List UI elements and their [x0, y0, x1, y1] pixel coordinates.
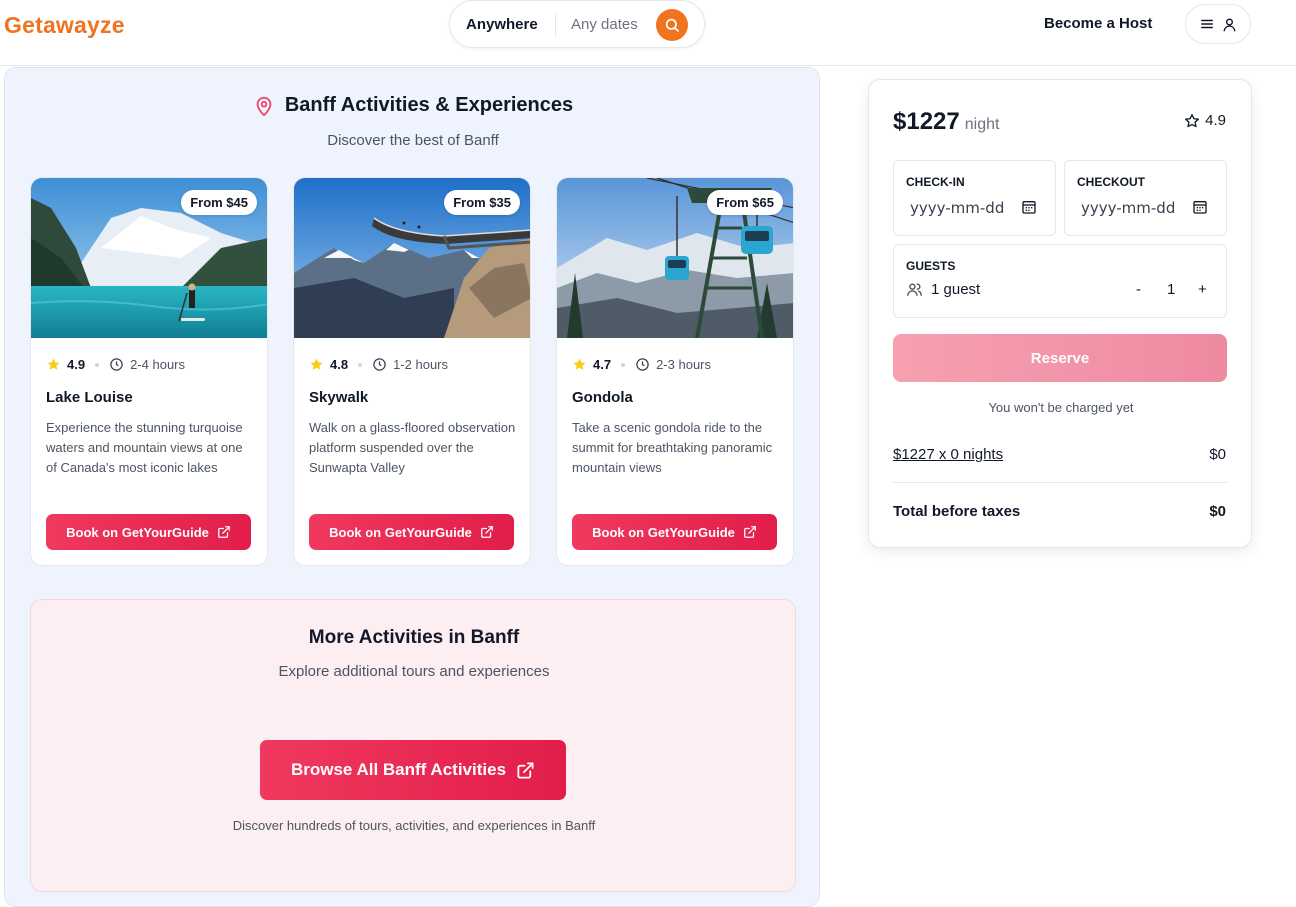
price-badge: From $45: [181, 190, 257, 215]
map-pin-icon: [256, 96, 272, 116]
checkout-field[interactable]: CHECKOUT yyyy-mm-dd: [1064, 160, 1227, 236]
nightly-price: $1227 night: [893, 108, 999, 136]
top-header: Getawayze Anywhere Any dates Become a Ho…: [0, 0, 1296, 66]
activity-rating: 4.9: [67, 357, 86, 372]
search-button[interactable]: [656, 9, 688, 41]
star-icon: [1185, 113, 1200, 127]
price-breakdown-value: $0: [1209, 446, 1226, 463]
listing-rating: 4.9: [1184, 112, 1226, 129]
become-host-link[interactable]: Become a Host: [1044, 15, 1152, 32]
book-button-label: Book on GetYourGuide: [592, 524, 735, 540]
user-icon: [1223, 18, 1235, 31]
booking-card: $1227 night 4.9 CHECK-IN yyyy-mm-dd CHEC…: [868, 79, 1252, 548]
guests-label: GUESTS: [906, 259, 956, 273]
activity-image-gondola[interactable]: From $65: [557, 178, 793, 338]
checkin-field[interactable]: CHECK-IN yyyy-mm-dd: [893, 160, 1056, 236]
external-link-icon: [480, 526, 493, 538]
guests-text: 1 guest: [931, 281, 981, 298]
browse-all-activities-button[interactable]: Browse All Banff Activities: [260, 740, 566, 800]
activity-card-skywalk: From $35 4.8 1-2 hours Skywalk Walk on a…: [293, 177, 531, 566]
activity-card-lake-louise: From $45 4.9 2-4 hours Lake Louise Exper…: [30, 177, 268, 566]
activity-title: Skywalk: [309, 389, 369, 406]
activity-description: Walk on a glass-floored observation plat…: [309, 420, 516, 475]
star-icon: [573, 358, 586, 370]
browse-button-label: Browse All Banff Activities: [290, 760, 507, 779]
activity-card-gondola: From $65 4.7 2-3 hours Gondola Take a sc…: [556, 177, 794, 566]
meta-separator: [95, 362, 100, 367]
more-activities-subtitle: Explore additional tours and experiences: [278, 663, 550, 680]
meta-separator: [621, 362, 626, 367]
user-menu-button[interactable]: [1185, 4, 1251, 44]
activity-duration: 2-3 hours: [656, 357, 711, 372]
activity-title: Gondola: [572, 389, 633, 406]
price-unit: night: [964, 116, 1000, 133]
activity-description: Experience the stunning turquoise waters…: [46, 420, 243, 475]
booking-divider: [893, 482, 1227, 483]
more-activities-note: Discover hundreds of tours, activities, …: [232, 818, 596, 833]
users-icon: [907, 283, 922, 296]
activity-image-lake-louise[interactable]: From $45: [31, 178, 267, 338]
total-label: Total before taxes: [893, 503, 1021, 520]
activity-rating: 4.7: [593, 357, 612, 372]
book-button-label: Book on GetYourGuide: [66, 524, 209, 540]
calendar-icon[interactable]: [1021, 199, 1037, 215]
activity-meta: 4.9 2-4 hours: [46, 357, 185, 372]
price-badge: From $65: [707, 190, 783, 215]
activity-description: Take a scenic gondola ride to the summit…: [572, 420, 773, 475]
book-getyourguide-button[interactable]: Book on GetYourGuide: [309, 514, 514, 550]
star-icon: [47, 358, 60, 370]
total-value: $0: [1209, 503, 1226, 520]
book-button-label: Book on GetYourGuide: [329, 524, 472, 540]
activity-image-skywalk[interactable]: From $35: [294, 178, 530, 338]
activity-title: Lake Louise: [46, 389, 133, 406]
reserve-button[interactable]: Reserve: [893, 334, 1227, 382]
brand-logo[interactable]: Getawayze: [4, 12, 125, 39]
search-bar[interactable]: Anywhere Any dates: [449, 0, 705, 48]
checkin-label: CHECK-IN: [906, 175, 965, 189]
guests-field: GUESTS 1 guest - 1 +: [893, 244, 1227, 318]
external-link-icon: [517, 762, 534, 778]
more-activities-section: More Activities in Banff Explore additio…: [30, 599, 796, 892]
external-link-icon: [743, 526, 756, 538]
section-title: Banff Activities & Experiences: [284, 94, 574, 116]
clock-icon: [110, 358, 123, 371]
star-icon: [310, 358, 323, 370]
activity-rating: 4.8: [330, 357, 349, 372]
search-location[interactable]: Anywhere: [466, 16, 538, 33]
guest-decrement-button[interactable]: -: [1136, 281, 1141, 298]
search-icon: [665, 18, 679, 32]
book-getyourguide-button[interactable]: Book on GetYourGuide: [46, 514, 251, 550]
checkout-label: CHECKOUT: [1077, 175, 1145, 189]
section-subtitle: Discover the best of Banff: [327, 132, 499, 149]
checkout-input[interactable]: yyyy-mm-dd: [1081, 199, 1175, 217]
meta-separator: [358, 362, 363, 367]
no-charge-note: You won't be charged yet: [988, 400, 1134, 415]
external-link-icon: [217, 526, 230, 538]
menu-icon: [1200, 19, 1213, 29]
checkin-input[interactable]: yyyy-mm-dd: [910, 199, 1004, 217]
activity-duration: 2-4 hours: [130, 357, 185, 372]
book-getyourguide-button[interactable]: Book on GetYourGuide: [572, 514, 777, 550]
activities-panel: Banff Activities & Experiences Discover …: [4, 67, 820, 907]
price-badge: From $35: [444, 190, 520, 215]
more-activities-title: More Activities in Banff: [308, 627, 520, 648]
section-header: Banff Activities & Experiences: [5, 94, 821, 117]
guest-increment-button[interactable]: +: [1198, 281, 1207, 298]
price-value: $1227: [893, 108, 960, 135]
activity-duration: 1-2 hours: [393, 357, 448, 372]
price-breakdown-link[interactable]: $1227 x 0 nights: [893, 446, 1003, 463]
guest-count: 1: [1167, 281, 1176, 298]
search-divider: [555, 14, 556, 36]
clock-icon: [373, 358, 386, 371]
calendar-icon[interactable]: [1192, 199, 1208, 215]
clock-icon: [636, 358, 649, 371]
activity-meta: 4.7 2-3 hours: [572, 357, 711, 372]
guests-summary: 1 guest: [906, 281, 980, 298]
rating-value: 4.9: [1205, 112, 1226, 129]
search-dates[interactable]: Any dates: [571, 16, 638, 33]
activity-meta: 4.8 1-2 hours: [309, 357, 448, 372]
